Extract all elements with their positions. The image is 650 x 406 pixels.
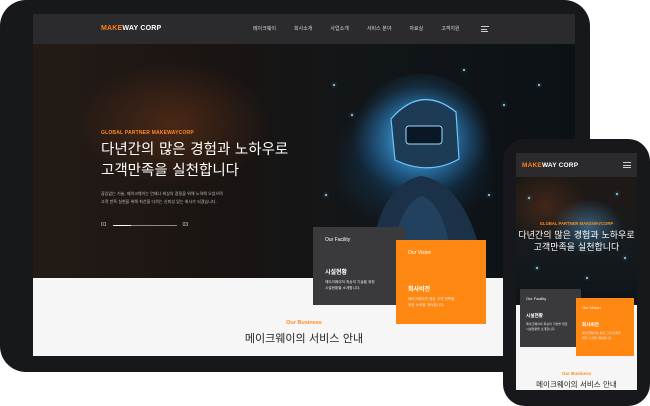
pager-total: 03 <box>182 222 189 228</box>
nav-item-business[interactable]: 사업소개 <box>330 25 348 32</box>
hamburger-menu-icon[interactable] <box>481 26 489 33</box>
mobile-hero-title-line2: 고객만족을 실천합니다 <box>533 243 620 253</box>
mobile-logo-accent: MAKE <box>522 162 542 169</box>
hero-title-line1: 다년간의 많은 경험과 노하우로 <box>101 142 289 158</box>
facility-card-desc: 메이크웨이의 최상의 기술을 위한 시설현황을 소개합니다. <box>325 279 375 291</box>
facility-card-title: 시설현황 <box>325 269 348 276</box>
slide-pager[interactable]: 01 03 <box>101 222 188 228</box>
vision-card-label: Our Vision <box>408 250 432 256</box>
tablet-screen: MAKEWAY CORP 메이크웨이 회사소개 사업소개 서비스 분야 자료실 … <box>33 14 575 356</box>
mobile-hamburger-menu-icon[interactable] <box>623 162 631 169</box>
mobile-vision-card[interactable]: Our Vision 회사비전 메이크웨이의 정상 고객 만족을 위한 노력을 … <box>576 298 634 356</box>
pager-current: 01 <box>101 222 107 228</box>
mobile-facility-card[interactable]: Our Facility 시설현황 메이크웨이의 최상의 기술을 위한 시설현황… <box>520 289 581 347</box>
mobile-logo[interactable]: MAKEWAY CORP <box>522 162 578 169</box>
mobile-section-title: 메이크웨이의 서비스 안내 <box>536 380 617 389</box>
facility-card-label: Our Facility <box>325 237 351 243</box>
nav-item-makeway[interactable]: 메이크웨이 <box>253 25 276 32</box>
logo-accent: MAKE <box>101 25 123 32</box>
vision-card-desc: 메이크웨이의 정상 고객 만족을 위한 노력을 계속합니다. <box>408 296 454 308</box>
mobile-section-subtitle: Our Business <box>561 371 592 376</box>
nav-item-archive[interactable]: 자료실 <box>409 25 423 32</box>
hero-desc-line1: 끊임없는 기술, 메이크웨이는 언제나 최상의 품질을 위해 노력해 오었으며 <box>101 191 223 196</box>
mobile-vision-label: Our Vision <box>582 305 601 310</box>
mobile-logo-rest: WAY CORP <box>541 162 579 169</box>
tablet-device: MAKEWAY CORP 메이크웨이 회사소개 사업소개 서비스 분야 자료실 … <box>0 0 590 372</box>
hero-title: 다년간의 많은 경험과 노하우로 고객만족을 실천합니다 <box>101 140 288 182</box>
section-subtitle: Our Business <box>286 320 322 326</box>
hero-banner: GLOBAL PARTNER MAKEWAYCORP 다년간의 많은 경험과 노… <box>33 44 575 278</box>
pager-progress <box>112 224 177 226</box>
nav-item-about[interactable]: 회사소개 <box>294 25 312 32</box>
mobile-hero-banner: GLOBAL PARTNER MAKEWAYCORP 다년간의 많은 경험과 노… <box>516 177 637 305</box>
mobile-vision-desc-line2: 위한 노력을 계속합니다. <box>582 336 613 340</box>
mobile-hero-title: 다년간의 많은 경험과 노하우로 고객만족을 실천합니다 <box>516 230 637 254</box>
vision-card-title: 회사비전 <box>408 286 431 293</box>
site-header: MAKEWAY CORP 메이크웨이 회사소개 사업소개 서비스 분야 자료실 … <box>33 14 575 44</box>
phone-device: MAKEWAY CORP GLOBAL PARTNER MAKEWAYCORP … <box>503 139 650 406</box>
mobile-hero-subtitle: GLOBAL PARTNER MAKEWAYCORP <box>539 221 614 226</box>
device-mockup: MAKEWAY CORP 메이크웨이 회사소개 사업소개 서비스 분야 자료실 … <box>0 0 650 406</box>
facility-desc-line2: 시설현황을 소개합니다. <box>325 286 361 290</box>
welder-image <box>351 74 491 254</box>
vision-card[interactable]: Our Vision 회사비전 메이크웨이의 정상 고객 만족을 위한 노력을 … <box>396 240 486 324</box>
facility-card[interactable]: Our Facility 시설현황 메이크웨이의 최상의 기술을 위한 시설현황… <box>313 227 405 305</box>
mobile-header: MAKEWAY CORP <box>516 153 637 177</box>
hero-subtitle: GLOBAL PARTNER MAKEWAYCORP <box>101 130 194 136</box>
mobile-vision-desc: 메이크웨이의 정상 고객 만족을 위한 노력을 계속합니다. <box>582 331 621 341</box>
mobile-facility-label: Our Facility <box>526 296 547 301</box>
mobile-facility-desc: 메이크웨이의 최상의 기술을 위한 시설현황을 소개합니다. <box>526 322 568 332</box>
mobile-facility-title: 시설현황 <box>526 314 543 319</box>
nav-item-services[interactable]: 서비스 분야 <box>367 25 392 32</box>
section-title: 메이크웨이의 서비스 안내 <box>244 332 364 345</box>
phone-screen: MAKEWAY CORP GLOBAL PARTNER MAKEWAYCORP … <box>516 153 637 390</box>
site-logo[interactable]: MAKEWAY CORP <box>101 25 161 32</box>
hero-description: 끊임없는 기술, 메이크웨이는 언제나 최상의 품질을 위해 노력해 오었으며 … <box>101 190 223 206</box>
mobile-vision-title: 회사비전 <box>582 323 599 328</box>
logo-rest: WAY CORP <box>122 25 162 32</box>
nav-item-support[interactable]: 고객지원 <box>441 25 459 32</box>
vision-desc-line2: 위한 노력을 계속합니다. <box>408 303 445 307</box>
hero-desc-line2: 고객 만족 실현을 위해 최선을 다하는 신뢰성 있는 회사가 되겠습니다. <box>101 199 217 204</box>
mobile-hero-title-line1: 다년간의 많은 경험과 노하우로 <box>518 231 635 241</box>
hero-title-line2: 고객만족을 실천합니다 <box>101 163 240 179</box>
mobile-facility-desc-line2: 시설현황을 소개합니다. <box>526 327 556 331</box>
main-nav: 메이크웨이 회사소개 사업소개 서비스 분야 자료실 고객지원 <box>253 25 478 32</box>
